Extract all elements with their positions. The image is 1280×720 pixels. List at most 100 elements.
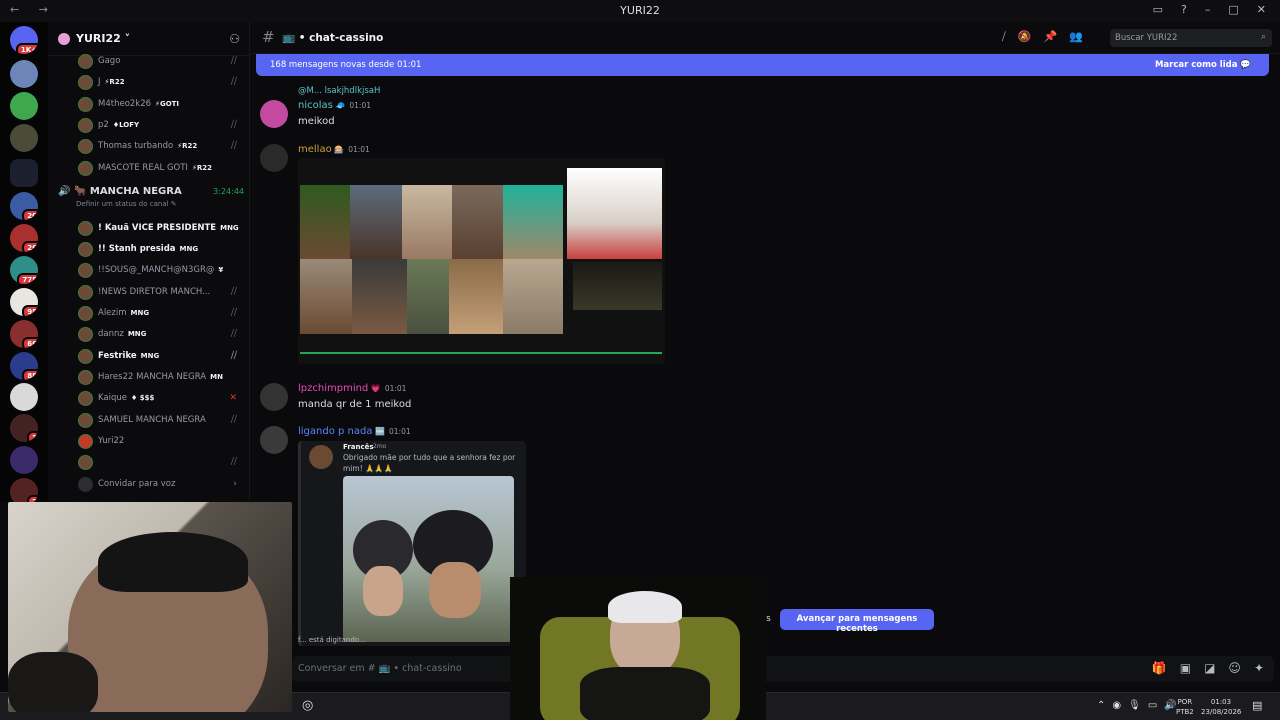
invite-to-voice[interactable]: Convidar para voz ›: [78, 474, 243, 494]
tag-badge: ♦ $$$: [131, 394, 155, 402]
voice-user[interactable]: dannz MNG ⧸⧸: [78, 324, 243, 344]
server-icon[interactable]: 26: [10, 224, 38, 252]
threads-icon[interactable]: ⧸: [1002, 30, 1006, 44]
tag-badge: MNG: [127, 330, 147, 338]
server-icon[interactable]: 20: [10, 192, 38, 220]
server-icon[interactable]: 3: [10, 414, 38, 442]
message-author[interactable]: mellao: [298, 144, 332, 155]
voice-timer: 3:24:44: [213, 187, 244, 196]
clock[interactable]: 01:03 23/08/2026: [1201, 697, 1241, 717]
chevron-up-icon[interactable]: ⌃: [1097, 700, 1105, 711]
voice-user[interactable]: Alezim MNG ⧸⧸: [78, 303, 243, 323]
voice-user[interactable]: ⧸⧸: [78, 452, 243, 472]
server-icon[interactable]: 95: [10, 288, 38, 316]
language-indicator[interactable]: POR PTB2: [1176, 697, 1194, 717]
server-icon[interactable]: [10, 60, 38, 88]
app-icon[interactable]: ◎: [302, 698, 313, 713]
avatar[interactable]: [260, 383, 288, 411]
volume-icon[interactable]: 🔊: [1164, 700, 1176, 711]
role-icon: 💗: [368, 384, 381, 393]
message-author[interactable]: ligando p nada: [298, 426, 372, 437]
header-tools: ⧸ 🔕 📌 👥: [1002, 30, 1083, 44]
server-badge: 95: [22, 305, 38, 316]
role-icon: 🎰: [331, 145, 345, 154]
server-icon[interactable]: 775: [10, 256, 38, 284]
avatar: [78, 305, 93, 321]
add-member-icon[interactable]: ⚇: [229, 32, 240, 46]
direct-messages-icon[interactable]: 1K+: [10, 26, 38, 54]
server-badge: 66: [22, 337, 38, 348]
embed-date: 2mo: [373, 443, 387, 450]
notifications-icon[interactable]: 🔕: [1018, 30, 1032, 44]
server-icon[interactable]: 66: [10, 320, 38, 348]
voice-user[interactable]: M4theo2k26 ⚡GOTI: [78, 94, 243, 114]
embed-image[interactable]: [343, 476, 514, 642]
voice-user[interactable]: ! Kauã VICE PRESIDENTE MNG: [78, 218, 243, 238]
mic-icon[interactable]: 🎙: [1128, 700, 1141, 711]
voice-user[interactable]: Festrike MNG ⧸⧸: [78, 346, 243, 366]
reply-preview[interactable]: @M... lsakjhdlkjsaH: [298, 86, 380, 96]
voice-user[interactable]: Hares22 MANCHA NEGRA MN: [78, 367, 243, 387]
voice-user[interactable]: Thomas turbando ⚡R22 ⧸⧸: [78, 136, 243, 156]
voice-user[interactable]: Gago ⧸⧸: [78, 51, 243, 71]
voice-user[interactable]: SAMUEL MANCHA NEGRA ⧸⧸: [78, 410, 243, 430]
message-author[interactable]: lpzchimpmind: [298, 383, 368, 394]
gif-icon[interactable]: ▣: [1180, 661, 1191, 675]
network-icon[interactable]: ▭: [1148, 700, 1157, 711]
pin-icon[interactable]: 📌: [1043, 30, 1057, 44]
voice-user[interactable]: !! Stanh presida MNG: [78, 239, 243, 259]
maximize-icon[interactable]: □: [1228, 3, 1238, 16]
avatar: [78, 433, 93, 449]
close-icon[interactable]: ✕: [1257, 3, 1266, 16]
jump-to-recent-button[interactable]: Avançar para mensagens recentes: [780, 609, 934, 634]
voice-user-name: SAMUEL MANCHA NEGRA: [98, 415, 206, 425]
server-icon[interactable]: [10, 446, 38, 474]
folder-icon[interactable]: [10, 159, 38, 187]
avatar[interactable]: [260, 100, 288, 128]
clock-date: 23/08/2026: [1201, 708, 1242, 716]
search-placeholder: Buscar YURI22: [1115, 33, 1178, 43]
voice-user[interactable]: MASCOTE REAL GOTI ⚡R22: [78, 158, 243, 178]
help-icon[interactable]: ?: [1181, 3, 1187, 16]
server-icon[interactable]: [10, 124, 38, 152]
minimize-icon[interactable]: –: [1205, 3, 1211, 16]
typing-indicator: f... está digitando...: [298, 636, 366, 644]
server-icon[interactable]: [10, 383, 38, 411]
voice-user[interactable]: p2 ♦LOFY ⧸⧸: [78, 115, 243, 135]
search-input[interactable]: Buscar YURI22 ⌕: [1110, 29, 1272, 47]
channel-status[interactable]: Definir um status do canal ✎: [76, 200, 244, 208]
gift-icon[interactable]: 🎁: [1152, 661, 1167, 675]
voice-user[interactable]: !NEWS DIRETOR MANCH... ⧸⧸: [78, 282, 243, 302]
message-text: manda qr de 1 meikod: [298, 399, 412, 410]
link-embed[interactable]: Francês 2mo Obrigado mãe por tudo que a …: [298, 441, 526, 646]
avatar: [78, 220, 93, 236]
message-composer[interactable]: Conversar em # 📺 • chat-cassino 🎁 ▣ ◪ ☺ …: [292, 656, 1274, 682]
voice-user[interactable]: !!SOUS@_MANCH@N3GR@ ¥: [78, 260, 243, 280]
server-icon[interactable]: 88: [10, 352, 38, 380]
server-badge: 26: [22, 241, 38, 252]
avatar[interactable]: [260, 426, 288, 454]
voice-channel[interactable]: 🔊 🐂 MANCHA NEGRA 3:24:44 Definir um stat…: [58, 186, 244, 208]
server-icon[interactable]: [10, 92, 38, 120]
new-messages-bar[interactable]: 168 mensagens novas desde 01:01 Marcar c…: [256, 54, 1269, 76]
webcam-overlay: [510, 577, 766, 720]
avatar[interactable]: [260, 144, 288, 172]
sticker-icon[interactable]: ◪: [1204, 661, 1215, 675]
voice-user[interactable]: J ⚡R22 ⧸⧸: [78, 72, 243, 92]
title-bar: ← → YURI22 ▭ ? – □ ✕: [0, 0, 1280, 22]
image-attachment[interactable]: [298, 158, 665, 364]
embed-author[interactable]: Francês: [343, 443, 374, 451]
tag-badge: ¥: [218, 266, 224, 274]
tag-badge: ♦LOFY: [112, 121, 140, 129]
inbox-icon[interactable]: ▭: [1153, 3, 1163, 16]
message-author[interactable]: nicolas: [298, 100, 333, 111]
voice-user[interactable]: Kaique ♦ $$$ ✕: [78, 388, 243, 408]
notification-icon[interactable]: ▤: [1252, 699, 1262, 712]
apps-icon[interactable]: ✦: [1254, 661, 1264, 675]
camera-icon[interactable]: ◉: [1112, 700, 1121, 711]
mark-as-read-button[interactable]: Marcar como lida 💬: [1155, 60, 1251, 70]
voice-user[interactable]: Yuri22: [78, 431, 243, 451]
emoji-icon[interactable]: ☺: [1228, 661, 1241, 675]
invite-label: Convidar para voz: [98, 479, 176, 489]
member-list-icon[interactable]: 👥: [1069, 30, 1083, 44]
